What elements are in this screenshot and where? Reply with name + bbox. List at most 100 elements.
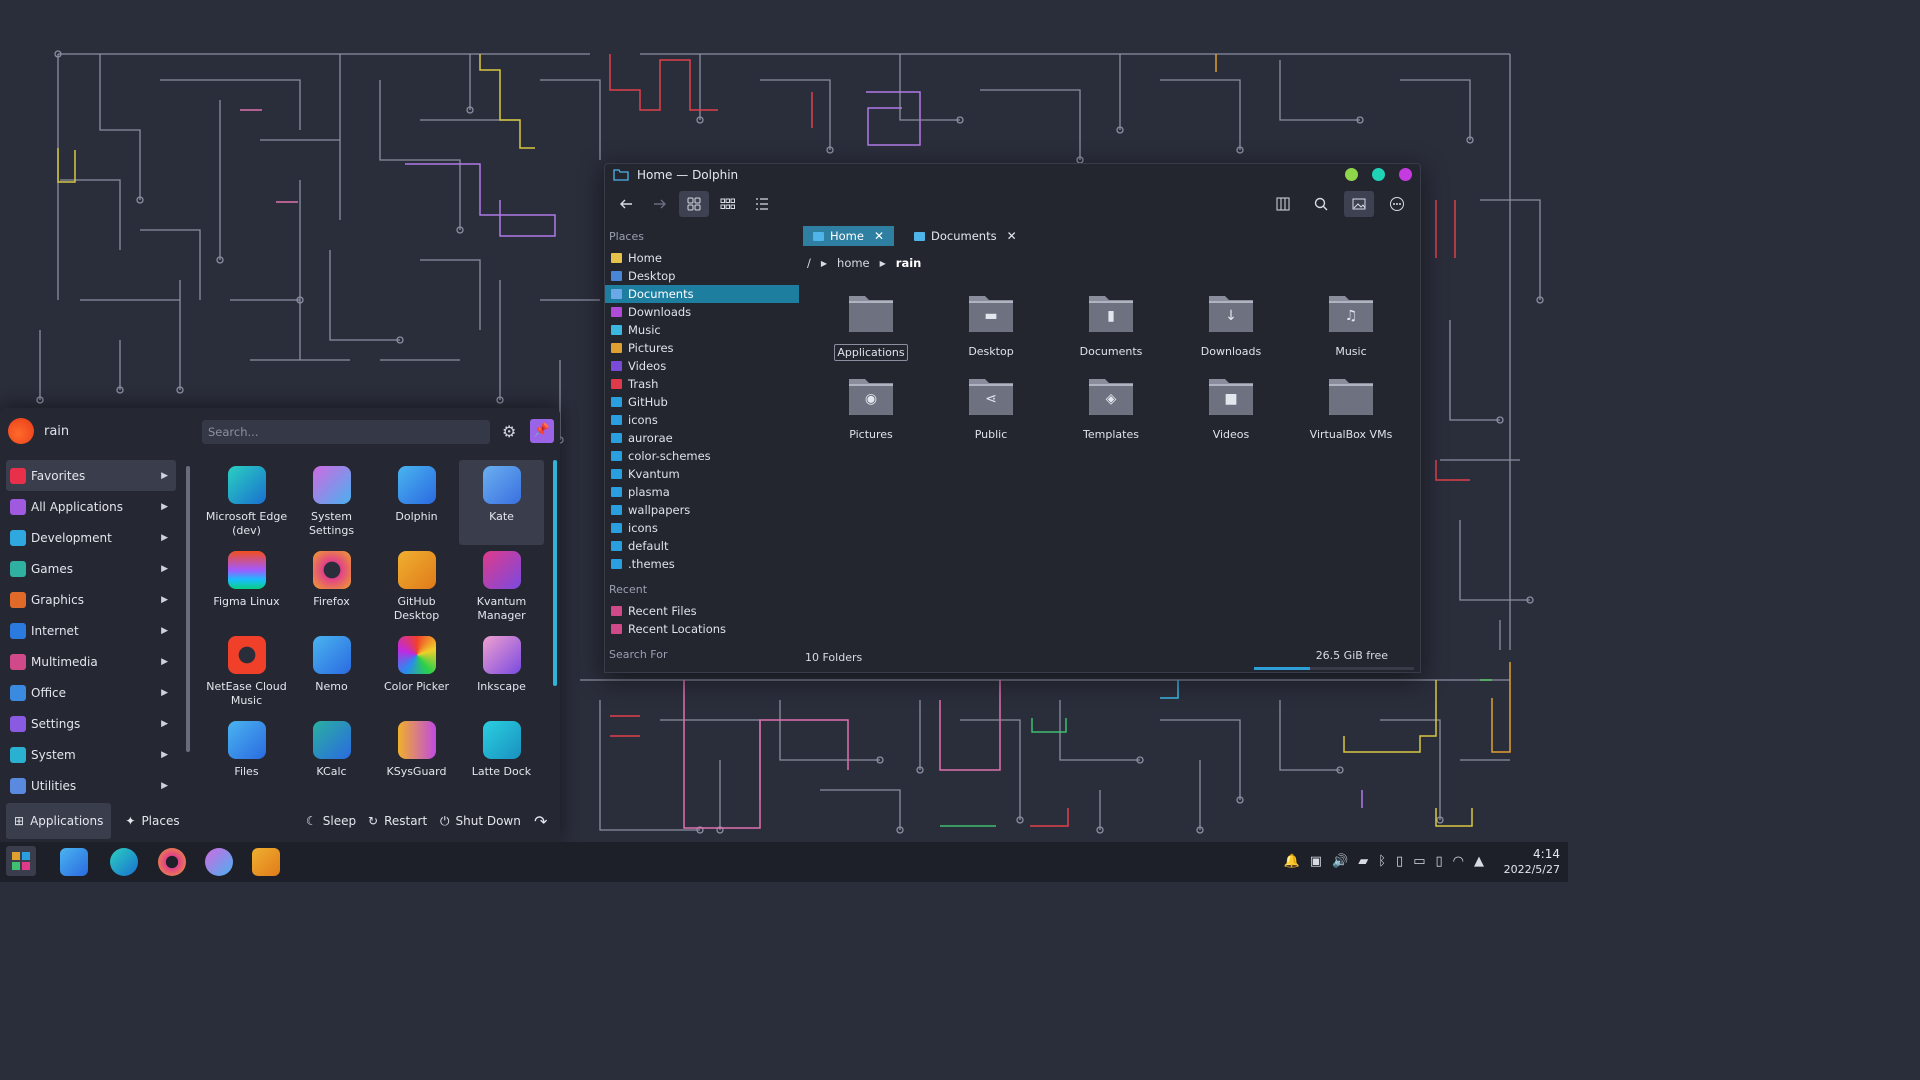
volume-icon[interactable]: 🔊 <box>1332 854 1348 869</box>
apps-scrollbar[interactable] <box>553 460 557 686</box>
maximize-button[interactable] <box>1372 168 1385 181</box>
app-item[interactable]: Microsoft Edge (dev) <box>204 460 289 545</box>
app-item[interactable]: Kvantum Manager <box>459 545 544 630</box>
clock[interactable]: 4:14 2022/5/27 <box>1504 846 1560 878</box>
places-item[interactable]: color-schemes <box>605 447 803 465</box>
places-item[interactable]: icons <box>605 519 803 537</box>
folder-item[interactable]: ♫ Music <box>1291 292 1411 361</box>
category-item[interactable]: Games ▶ <box>6 553 176 584</box>
window-titlebar[interactable]: Home — Dolphin <box>605 164 1420 186</box>
category-item[interactable]: All Applications ▶ <box>6 491 176 522</box>
folder-item[interactable]: ■ Videos <box>1171 375 1291 442</box>
taskbar-dolphin[interactable] <box>60 848 88 876</box>
close-icon[interactable]: ✕ <box>874 229 884 243</box>
folder-item[interactable]: ↓ Downloads <box>1171 292 1291 361</box>
tab[interactable]: Documents ✕ <box>904 226 1027 246</box>
category-item[interactable]: Graphics ▶ <box>6 584 176 615</box>
folder-item[interactable]: ▮ Documents <box>1051 292 1171 361</box>
avatar[interactable] <box>8 418 34 444</box>
compact-view-button[interactable] <box>713 191 743 217</box>
bluetooth-icon[interactable]: ᛒ <box>1378 854 1386 869</box>
battery-icon[interactable]: ▯ <box>1396 854 1403 869</box>
restart-button[interactable]: ↻ Restart <box>368 814 427 828</box>
app-item[interactable]: Dolphin <box>374 460 459 545</box>
clipboard-icon[interactable]: ▣ <box>1310 854 1322 869</box>
phone-icon[interactable]: ▯ <box>1436 854 1443 869</box>
app-item[interactable]: System Settings <box>289 460 374 545</box>
places-item[interactable]: .themes <box>605 555 803 573</box>
menu-button[interactable] <box>1382 191 1412 217</box>
places-item[interactable]: Desktop <box>605 267 803 285</box>
places-item[interactable]: Documents <box>605 285 799 303</box>
sleep-button[interactable]: ☾ Sleep <box>306 814 356 828</box>
category-item[interactable]: Development ▶ <box>6 522 176 553</box>
expand-tray-icon[interactable]: ▲ <box>1474 854 1484 869</box>
places-item[interactable]: Home <box>605 249 803 267</box>
breadcrumb-home[interactable]: home <box>837 256 870 270</box>
taskbar-settings[interactable] <box>205 848 233 876</box>
split-view-button[interactable] <box>1268 191 1298 217</box>
category-scrollbar[interactable] <box>186 466 190 752</box>
app-item[interactable]: KSysGuard <box>374 715 459 800</box>
places-item[interactable]: Music <box>605 321 803 339</box>
recent-item[interactable]: Recent Locations <box>605 620 803 638</box>
places-item[interactable]: Trash <box>605 375 803 393</box>
forward-button[interactable] <box>645 191 675 217</box>
back-button[interactable] <box>611 191 641 217</box>
app-item[interactable]: Nemo <box>289 630 374 715</box>
taskbar-edge[interactable] <box>110 848 138 876</box>
battery-charging-icon[interactable]: ▰ <box>1358 854 1368 869</box>
tab[interactable]: Home ✕ <box>803 226 895 246</box>
app-item[interactable]: Firefox <box>289 545 374 630</box>
app-item[interactable]: Inkscape <box>459 630 544 715</box>
folder-item[interactable]: ▬ Desktop <box>931 292 1051 361</box>
taskbar-firefox[interactable] <box>158 848 186 876</box>
folder-item[interactable]: ⋖ Public <box>931 375 1051 442</box>
pin-icon[interactable]: 📌 <box>530 419 554 443</box>
breadcrumb-root[interactable]: / <box>807 256 811 270</box>
bell-icon[interactable]: 🔔 <box>1284 854 1300 869</box>
gear-icon[interactable]: ⚙ <box>502 422 516 441</box>
breadcrumb-current[interactable]: rain <box>896 256 922 270</box>
category-item[interactable]: Favorites ▶ <box>6 460 176 491</box>
minimize-button[interactable] <box>1345 168 1358 181</box>
recent-item[interactable]: Recent Files <box>605 602 803 620</box>
app-item[interactable]: GitHub Desktop <box>374 545 459 630</box>
places-item[interactable]: Pictures <box>605 339 803 357</box>
places-tab[interactable]: ✦ Places <box>117 803 187 839</box>
folder-item[interactable]: Applications <box>811 292 931 361</box>
category-item[interactable]: Settings ▶ <box>6 708 176 739</box>
category-item[interactable]: Utilities ▶ <box>6 770 176 801</box>
app-item[interactable]: Color Picker <box>374 630 459 715</box>
places-item[interactable]: GitHub <box>605 393 803 411</box>
places-item[interactable]: Videos <box>605 357 803 375</box>
app-item[interactable]: NetEase Cloud Music <box>204 630 289 715</box>
category-item[interactable]: Internet ▶ <box>6 615 176 646</box>
folder-item[interactable]: ◉ Pictures <box>811 375 931 442</box>
shutdown-button[interactable]: ⏻ Shut Down <box>440 814 521 829</box>
taskbar-github-desktop[interactable] <box>252 848 280 876</box>
places-item[interactable]: wallpapers <box>605 501 803 519</box>
search-input[interactable]: Search... <box>202 420 490 444</box>
category-item[interactable]: System ▶ <box>6 739 176 770</box>
category-item[interactable]: Office ▶ <box>6 677 176 708</box>
leave-button[interactable]: ↷ <box>534 812 547 831</box>
close-button[interactable] <box>1399 168 1412 181</box>
icons-view-button[interactable] <box>679 191 709 217</box>
close-icon[interactable]: ✕ <box>1007 229 1017 243</box>
launcher-button[interactable] <box>6 846 36 876</box>
places-item[interactable]: aurorae <box>605 429 803 447</box>
category-item[interactable]: Multimedia ▶ <box>6 646 176 677</box>
places-item[interactable]: plasma <box>605 483 803 501</box>
display-icon[interactable]: ▭ <box>1413 854 1425 869</box>
places-item[interactable]: Kvantum <box>605 465 803 483</box>
places-item[interactable]: Downloads <box>605 303 803 321</box>
folder-item[interactable]: VirtualBox VMs <box>1291 375 1411 442</box>
places-item[interactable]: default <box>605 537 803 555</box>
app-item[interactable]: Latte Dock <box>459 715 544 800</box>
places-item[interactable]: icons <box>605 411 803 429</box>
app-item[interactable]: Files <box>204 715 289 800</box>
wifi-icon[interactable]: ◠ <box>1453 854 1464 869</box>
search-button[interactable] <box>1306 191 1336 217</box>
app-item[interactable]: Figma Linux <box>204 545 289 630</box>
